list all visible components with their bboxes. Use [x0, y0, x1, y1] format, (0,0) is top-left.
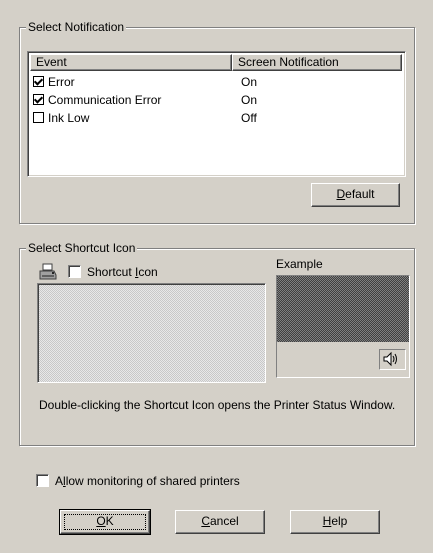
- shortcut-icon-label-post: con: [138, 265, 158, 279]
- allow-monitoring-checkbox-box[interactable]: [36, 474, 49, 487]
- shortcut-icon-list[interactable]: [37, 283, 266, 383]
- default-button[interactable]: Default: [311, 183, 400, 207]
- column-header-screen-notification-label: Screen Notification: [238, 55, 339, 69]
- select-notification-title: Select Notification: [26, 20, 127, 34]
- help-label-post: elp: [331, 514, 348, 528]
- notification-value: Off: [241, 111, 257, 125]
- default-label-hotkey: D: [336, 187, 346, 201]
- ink-low-checkbox[interactable]: [33, 112, 44, 123]
- example-label: Example: [276, 257, 323, 271]
- speaker-icon: [383, 351, 397, 367]
- allow-monitoring-label-post: low monitoring of shared printers: [65, 474, 240, 488]
- notification-value: On: [241, 93, 258, 107]
- notification-value: On: [241, 75, 258, 89]
- shortcut-icon-checkbox[interactable]: Shortcut Icon: [68, 265, 158, 279]
- list-item-ink-low[interactable]: Ink Low Off: [33, 110, 257, 126]
- ok-button[interactable]: OK: [59, 509, 151, 535]
- shortcut-description: Double-clicking the Shortcut Icon opens …: [39, 398, 396, 412]
- shortcut-icon-checkbox-box[interactable]: [68, 265, 81, 278]
- list-item-communication-error[interactable]: Communication Error On: [33, 92, 257, 108]
- event-listview[interactable]: Event Screen Notification Error On Commu…: [27, 51, 406, 177]
- event-name: Communication Error: [48, 93, 162, 107]
- ok-focus-rect: [64, 514, 146, 530]
- allow-monitoring-label-pre: A: [55, 474, 64, 488]
- event-name: Ink Low: [48, 111, 90, 125]
- example-preview: [276, 275, 410, 378]
- cancel-label-post: ancel: [209, 514, 239, 528]
- example-tray: [379, 349, 406, 370]
- printer-icon: [39, 263, 57, 281]
- allow-monitoring-checkbox[interactable]: Allow monitoring of shared printers: [36, 474, 240, 488]
- list-item-error[interactable]: Error On: [33, 74, 257, 90]
- example-desktop-area: [277, 276, 409, 342]
- communication-error-checkbox[interactable]: [33, 94, 44, 105]
- cancel-label-hotkey: C: [201, 514, 210, 528]
- shortcut-icon-label-pre: Shortcut: [87, 265, 136, 279]
- column-header-screen-notification[interactable]: Screen Notification: [232, 54, 402, 71]
- default-label-post: efault: [345, 187, 375, 201]
- event-name: Error: [48, 75, 75, 89]
- select-shortcut-icon-title: Select Shortcut Icon: [26, 241, 138, 255]
- error-checkbox[interactable]: [33, 76, 44, 87]
- column-header-event[interactable]: Event: [30, 54, 232, 71]
- help-button[interactable]: Help: [290, 510, 380, 534]
- cancel-button[interactable]: Cancel: [175, 510, 265, 534]
- column-header-event-label: Event: [36, 55, 67, 69]
